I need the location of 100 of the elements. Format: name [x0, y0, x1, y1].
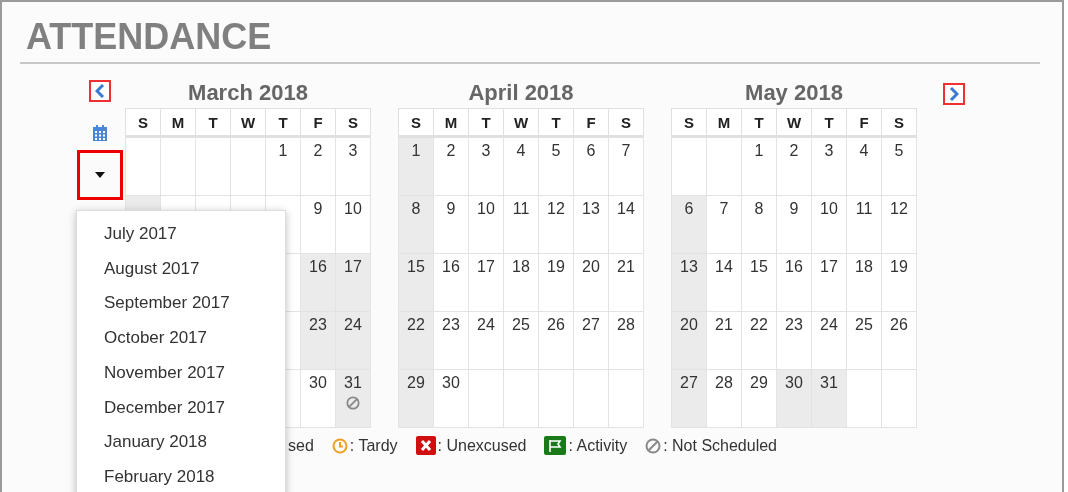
- day-cell[interactable]: 24: [335, 311, 371, 370]
- day-cell[interactable]: 8: [741, 195, 777, 254]
- day-cell[interactable]: 15: [741, 253, 777, 312]
- day-cell[interactable]: 12: [881, 195, 917, 254]
- day-cell[interactable]: 30: [776, 369, 812, 428]
- day-cell[interactable]: [706, 136, 742, 196]
- menu-item[interactable]: July 2017: [77, 217, 285, 252]
- day-cell[interactable]: 1: [398, 136, 434, 196]
- day-cell[interactable]: 27: [671, 369, 707, 428]
- day-cell[interactable]: 27: [573, 311, 609, 370]
- day-cell[interactable]: 5: [538, 136, 574, 196]
- day-cell[interactable]: 4: [846, 136, 882, 196]
- day-cell[interactable]: 9: [433, 195, 469, 254]
- menu-item[interactable]: August 2017: [77, 251, 285, 287]
- day-cell[interactable]: 7: [608, 136, 644, 196]
- month-dropdown-button[interactable]: [77, 150, 123, 200]
- close-icon: [415, 436, 436, 455]
- month-title: May 2018: [745, 80, 843, 106]
- day-cell[interactable]: 11: [846, 195, 882, 254]
- day-cell[interactable]: 7: [706, 195, 742, 254]
- day-cell[interactable]: 29: [398, 369, 434, 428]
- menu-item[interactable]: February 2018: [77, 459, 285, 492]
- day-cell[interactable]: 24: [811, 311, 847, 370]
- day-cell[interactable]: 12: [538, 195, 574, 254]
- day-cell[interactable]: 22: [741, 311, 777, 370]
- day-cell[interactable]: 20: [573, 253, 609, 312]
- day-cell[interactable]: 10: [468, 195, 504, 254]
- day-cell[interactable]: 16: [433, 253, 469, 312]
- day-cell[interactable]: [538, 369, 574, 428]
- day-cell[interactable]: 19: [538, 253, 574, 312]
- menu-item[interactable]: December 2017: [77, 390, 285, 426]
- day-cell[interactable]: 13: [671, 253, 707, 312]
- day-cell[interactable]: 21: [608, 253, 644, 312]
- day-cell[interactable]: 19: [881, 253, 917, 312]
- day-cell[interactable]: 26: [538, 311, 574, 370]
- day-cell[interactable]: 21: [706, 311, 742, 370]
- day-cell[interactable]: 30: [433, 369, 469, 428]
- day-cell[interactable]: 22: [398, 311, 434, 370]
- day-cell[interactable]: 2: [776, 136, 812, 196]
- day-cell[interactable]: [881, 369, 917, 428]
- day-cell[interactable]: 28: [608, 311, 644, 370]
- day-cell[interactable]: [230, 136, 266, 196]
- day-cell[interactable]: 18: [846, 253, 882, 312]
- day-cell[interactable]: 5: [881, 136, 917, 196]
- day-cell[interactable]: 25: [846, 311, 882, 370]
- day-cell[interactable]: 16: [776, 253, 812, 312]
- day-cell[interactable]: 23: [300, 311, 336, 370]
- day-cell[interactable]: [503, 369, 539, 428]
- day-cell[interactable]: 2: [300, 136, 336, 196]
- day-cell[interactable]: 3: [468, 136, 504, 196]
- day-cell[interactable]: 8: [398, 195, 434, 254]
- day-cell[interactable]: 9: [776, 195, 812, 254]
- day-cell[interactable]: [195, 136, 231, 196]
- day-cell[interactable]: 23: [776, 311, 812, 370]
- next-button[interactable]: [943, 83, 965, 105]
- day-cell[interactable]: 31: [811, 369, 847, 428]
- day-cell[interactable]: 6: [573, 136, 609, 196]
- day-cell[interactable]: 1: [741, 136, 777, 196]
- menu-item[interactable]: January 2018: [77, 425, 285, 460]
- day-cell[interactable]: 26: [881, 311, 917, 370]
- day-cell[interactable]: 3: [335, 136, 371, 196]
- day-cell[interactable]: 13: [573, 195, 609, 254]
- day-cell[interactable]: 24: [468, 311, 504, 370]
- day-cell[interactable]: 2: [433, 136, 469, 196]
- day-cell[interactable]: 23: [433, 311, 469, 370]
- day-cell[interactable]: [573, 369, 609, 428]
- day-cell[interactable]: 29: [741, 369, 777, 428]
- day-cell[interactable]: 17: [811, 253, 847, 312]
- day-cell[interactable]: 10: [335, 195, 371, 254]
- day-cell[interactable]: 28: [706, 369, 742, 428]
- day-cell[interactable]: 14: [608, 195, 644, 254]
- day-cell[interactable]: 17: [335, 253, 371, 312]
- day-cell[interactable]: 30: [300, 369, 336, 428]
- day-cell[interactable]: [160, 136, 196, 196]
- menu-item[interactable]: October 2017: [77, 321, 285, 356]
- day-cell[interactable]: 9: [300, 195, 336, 254]
- day-cell[interactable]: 14: [706, 253, 742, 312]
- menu-item[interactable]: November 2017: [77, 355, 285, 391]
- calendar-icon[interactable]: [92, 124, 108, 142]
- day-cell[interactable]: 3: [811, 136, 847, 196]
- day-cell[interactable]: 4: [503, 136, 539, 196]
- day-cell[interactable]: 1: [265, 136, 301, 196]
- menu-item[interactable]: September 2017: [77, 286, 285, 322]
- month-title: April 2018: [468, 80, 574, 106]
- day-cell[interactable]: [671, 136, 707, 196]
- day-cell[interactable]: 10: [811, 195, 847, 254]
- day-cell[interactable]: [846, 369, 882, 428]
- day-cell[interactable]: 6: [671, 195, 707, 254]
- day-cell[interactable]: [125, 136, 161, 196]
- previous-button[interactable]: [89, 80, 111, 102]
- day-cell[interactable]: 17: [468, 253, 504, 312]
- day-cell[interactable]: 15: [398, 253, 434, 312]
- day-cell[interactable]: 11: [503, 195, 539, 254]
- day-cell[interactable]: 25: [503, 311, 539, 370]
- day-cell[interactable]: 16: [300, 253, 336, 312]
- day-cell[interactable]: 31: [335, 369, 371, 428]
- day-cell[interactable]: [468, 369, 504, 428]
- day-cell[interactable]: 20: [671, 311, 707, 370]
- day-cell[interactable]: [608, 369, 644, 428]
- day-cell[interactable]: 18: [503, 253, 539, 312]
